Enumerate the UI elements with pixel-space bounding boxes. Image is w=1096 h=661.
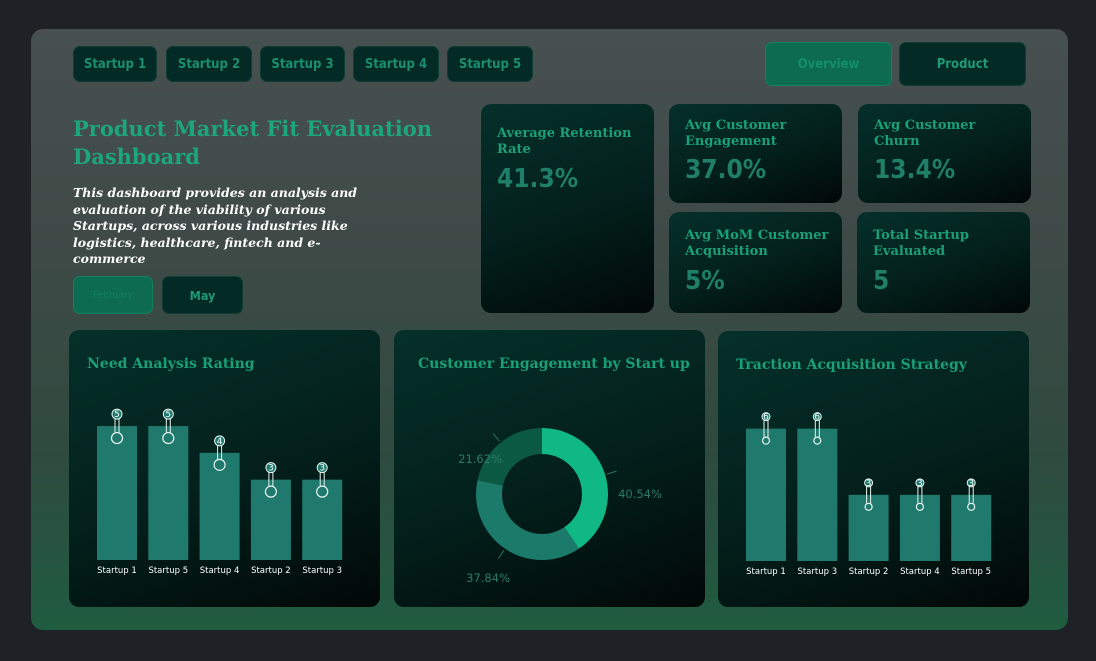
bar-marker-dot — [110, 431, 124, 445]
data-label: 5 — [165, 410, 171, 420]
bar-marker-dot — [316, 485, 329, 498]
x-tick-label: Startup 2 — [251, 566, 291, 576]
page-title: Product Market Fit Evaluation Dashboard — [73, 116, 432, 169]
tab-startup-3[interactable]: Startup 3 — [260, 46, 345, 82]
bar-marker-dot — [864, 502, 873, 511]
tab-startup-1[interactable]: Startup 1 — [73, 46, 157, 82]
data-label: 3 — [319, 464, 325, 474]
tab-startup-2[interactable]: Startup 2 — [166, 46, 252, 82]
donut-leader-line — [492, 432, 500, 442]
chart-bar — [746, 428, 786, 561]
tab-startup-4[interactable]: Startup 4 — [353, 46, 439, 82]
engagement-panel: Customer Engagement by Start up 40.54% 37… — [394, 330, 705, 607]
page-description: This dashboard provides an analysis and … — [73, 185, 358, 266]
need-analysis-chart: 5 Startup 1 5 Startup 5 4 Startup 4 3 Startup 2… — [97, 408, 343, 576]
data-label: 3 — [968, 479, 974, 489]
dashboard-frame: Startup 1 Startup 2 Startup 3 Startup 4 … — [31, 29, 1068, 630]
kpi-label: Avg MoM Customer Acquisition — [685, 228, 829, 259]
chart-bar — [797, 428, 838, 561]
donut-slice-label: 21.62% — [458, 452, 502, 466]
tab-product[interactable]: Product — [899, 42, 1026, 86]
x-tick-label: Startup 3 — [302, 566, 342, 576]
data-label: 3 — [268, 464, 274, 474]
kpi-card-retention: Average Retention Rate 41.3% — [481, 104, 654, 313]
kpi-label: Total Startup Evaluated — [873, 228, 969, 259]
x-tick-label: Startup 2 — [849, 567, 889, 577]
data-label: 5 — [114, 410, 120, 420]
kpi-label: Avg Customer Churn — [874, 118, 976, 149]
data-label: 3 — [917, 479, 923, 489]
donut-slice — [542, 428, 608, 549]
data-label: 3 — [866, 479, 872, 489]
traction-panel: Traction Acquisition Strategy 6 Startup 1… — [718, 331, 1029, 607]
kpi-value: 5% — [685, 266, 725, 296]
need-analysis-panel: Need Analysis Rating 5 Startup 1 5 Startup … — [69, 330, 380, 607]
donut-leader-line — [497, 550, 505, 559]
data-label: 6 — [814, 413, 820, 423]
chart-bar — [97, 426, 137, 560]
kpi-value: 13.4% — [874, 155, 956, 185]
donut-slice — [476, 480, 579, 560]
tab-overview[interactable]: Overview — [765, 42, 892, 86]
bar-marker-dot — [813, 436, 822, 445]
kpi-card-engagement: Avg Customer Engagement 37.0% — [669, 104, 842, 203]
kpi-label: Avg Customer Engagement — [685, 118, 787, 149]
x-tick-label: Startup 4 — [900, 567, 940, 577]
x-tick-label: Startup 1 — [97, 566, 137, 576]
kpi-card-churn: Avg Customer Churn 13.4% — [858, 104, 1031, 203]
kpi-value: 41.3% — [497, 164, 579, 194]
tab-startup-5[interactable]: Startup 5 — [447, 46, 533, 82]
month-may-button[interactable]: May — [162, 276, 243, 314]
kpi-card-total-startups: Total Startup Evaluated 5 — [857, 212, 1030, 313]
bar-marker-dot — [213, 458, 226, 471]
donut-slice-label: 37.84% — [466, 571, 510, 585]
x-tick-label: Startup 5 — [951, 567, 991, 577]
engagement-donut-chart: 40.54% 37.84% 21.62% — [458, 428, 662, 585]
bar-marker-dot — [264, 485, 277, 498]
kpi-card-acquisition: Avg MoM Customer Acquisition 5% — [669, 212, 842, 313]
data-label: 6 — [763, 413, 769, 423]
chart-bar — [148, 426, 189, 560]
bar-marker-dot — [162, 431, 175, 445]
kpi-value: 37.0% — [685, 155, 767, 185]
kpi-value: 5 — [873, 266, 890, 296]
x-tick-label: Startup 3 — [797, 567, 837, 577]
bar-marker-dot — [915, 502, 924, 511]
month-february-button[interactable]: February — [73, 276, 153, 314]
x-tick-label: Startup 4 — [200, 566, 240, 576]
bar-marker-dot — [967, 502, 976, 511]
traction-chart: 6 Startup 1 6 Startup 3 3 Startup 2 3 Startup 4… — [746, 412, 992, 577]
donut-leader-line — [606, 470, 617, 475]
x-tick-label: Startup 5 — [148, 566, 188, 576]
kpi-label: Average Retention Rate — [497, 126, 632, 157]
data-label: 4 — [217, 437, 223, 447]
bar-marker-dot — [761, 436, 771, 445]
donut-slice-label: 40.54% — [618, 487, 662, 501]
x-tick-label: Startup 1 — [746, 567, 786, 577]
